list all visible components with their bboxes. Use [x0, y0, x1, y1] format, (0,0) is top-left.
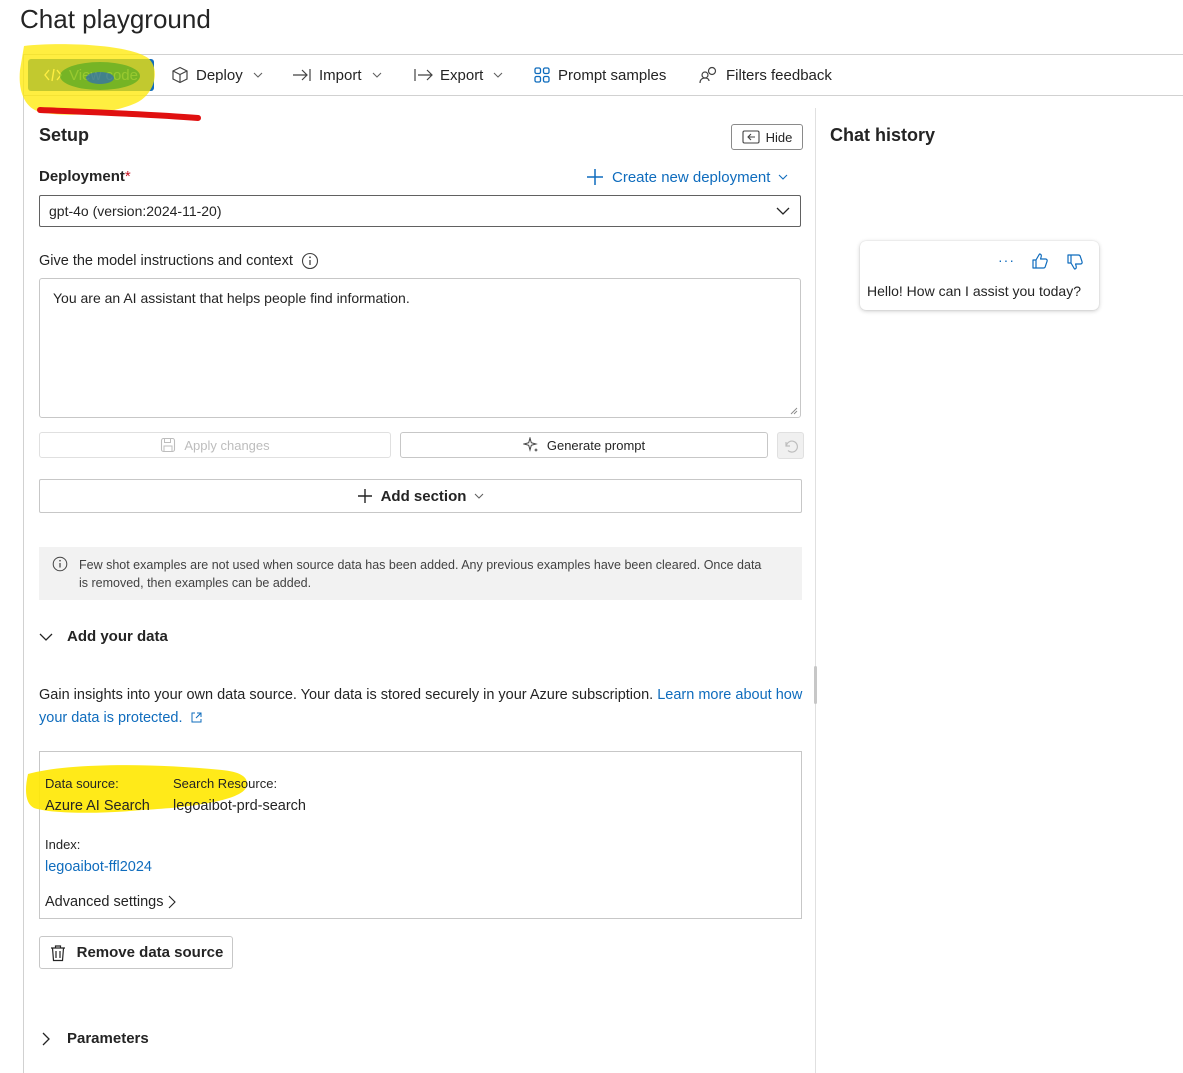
- chevron-right-icon: [39, 1032, 53, 1046]
- page-title: Chat playground: [20, 4, 211, 34]
- deployment-select-value: gpt-4o (version:2024-11-20): [49, 203, 222, 219]
- system-message-value: You are an AI assistant that helps peopl…: [53, 290, 410, 306]
- add-your-data-label: Add your data: [67, 628, 168, 645]
- people-feedback-icon: [699, 66, 719, 84]
- chevron-down-icon: [372, 72, 382, 78]
- instructions-label-text: Give the model instructions and context: [39, 253, 293, 269]
- system-message-textarea[interactable]: You are an AI assistant that helps peopl…: [39, 278, 801, 418]
- info-icon[interactable]: [301, 252, 319, 270]
- yellow-highlight-annotation: [26, 765, 247, 813]
- plus-icon: [586, 168, 604, 186]
- thumbs-up-icon[interactable]: [1031, 252, 1049, 270]
- export-button[interactable]: Export: [413, 55, 503, 95]
- few-shot-info-banner: Few shot examples are not used when sour…: [39, 547, 802, 600]
- export-label: Export: [440, 66, 484, 84]
- advanced-settings-link[interactable]: Advanced settings: [45, 894, 176, 910]
- chevron-down-icon: [253, 72, 263, 78]
- assistant-message-card: ··· Hello! How can I assist you today?: [860, 241, 1099, 310]
- deployment-label: Deployment*: [39, 168, 131, 185]
- panel-splitter: [815, 108, 816, 1073]
- search-resource-label: Search Resource:: [173, 776, 278, 791]
- assistant-message-text: Hello! How can I assist you today?: [867, 283, 1081, 299]
- generate-prompt-label: Generate prompt: [546, 437, 646, 453]
- hide-label: Hide: [765, 129, 793, 145]
- thumbs-down-icon[interactable]: [1066, 253, 1084, 271]
- data-source-label: Data source:: [45, 776, 119, 791]
- chevron-down-icon: [493, 72, 503, 78]
- chevron-right-icon: [168, 895, 176, 909]
- remove-data-source-button[interactable]: Remove data source: [39, 936, 233, 969]
- generate-prompt-button[interactable]: Generate prompt: [400, 432, 768, 458]
- required-marker: *: [124, 168, 131, 185]
- setup-title: Setup: [39, 125, 90, 145]
- deploy-label: Deploy: [196, 66, 243, 84]
- left-border: [23, 54, 24, 1073]
- prompt-samples-button[interactable]: Prompt samples: [533, 55, 666, 95]
- splitter-handle[interactable]: [814, 666, 817, 704]
- chevron-down-icon: [39, 633, 53, 641]
- chevron-down-icon: [778, 174, 788, 180]
- index-label: Index:: [45, 837, 81, 852]
- search-resource-value: legoaibot-prd-search: [173, 798, 306, 814]
- undo-icon: [783, 438, 799, 454]
- import-label: Import: [319, 66, 362, 84]
- grid-icon: [533, 66, 551, 84]
- data-description-text: Gain insights into your own data source.…: [39, 687, 654, 703]
- info-icon: [52, 556, 68, 572]
- toolbar: View code Deploy Import Export Prompt sa…: [23, 54, 1183, 96]
- index-link[interactable]: legoaibot-ffl2024: [45, 859, 152, 875]
- deployment-label-text: Deployment: [39, 168, 125, 185]
- chevron-down-icon: [474, 493, 484, 499]
- add-section-label: Add section: [380, 487, 467, 505]
- chat-history-title: Chat history: [830, 125, 936, 145]
- data-description: Gain insights into your own data source.…: [39, 684, 805, 730]
- export-arrow-icon: [413, 68, 433, 82]
- apply-changes-button[interactable]: Apply changes: [39, 432, 391, 458]
- deployment-select[interactable]: gpt-4o (version:2024-11-20): [39, 195, 801, 227]
- advanced-settings-label: Advanced settings: [45, 894, 164, 910]
- reset-button[interactable]: [777, 432, 804, 459]
- parameters-label: Parameters: [67, 1030, 149, 1047]
- add-section-button[interactable]: Add section: [39, 479, 802, 513]
- resize-grip-icon[interactable]: [790, 407, 798, 415]
- plus-icon: [357, 488, 373, 504]
- save-icon: [160, 437, 176, 453]
- hide-button[interactable]: Hide: [731, 124, 803, 150]
- code-icon: [44, 68, 62, 82]
- panel-collapse-icon: [742, 130, 760, 144]
- filters-feedback-label: Filters feedback: [726, 66, 832, 84]
- create-deployment-label: Create new deployment: [612, 168, 771, 186]
- trash-icon: [49, 944, 67, 962]
- import-arrow-icon: [292, 68, 312, 82]
- external-link-icon: [191, 712, 202, 723]
- import-button[interactable]: Import: [292, 55, 382, 95]
- remove-data-source-label: Remove data source: [76, 944, 224, 961]
- apply-changes-label: Apply changes: [184, 437, 270, 453]
- create-deployment-link[interactable]: Create new deployment: [586, 168, 788, 186]
- parameters-toggle[interactable]: Parameters: [39, 1030, 149, 1047]
- data-source-value: Azure AI Search: [45, 798, 150, 814]
- sparkle-icon: [522, 437, 539, 453]
- add-your-data-toggle[interactable]: Add your data: [39, 628, 168, 645]
- filters-feedback-button[interactable]: Filters feedback: [699, 55, 832, 95]
- deploy-button[interactable]: Deploy: [171, 55, 263, 95]
- chevron-down-icon: [776, 207, 790, 215]
- view-code-button[interactable]: View code: [28, 59, 154, 91]
- instructions-label: Give the model instructions and context: [39, 252, 319, 270]
- view-code-label: View code: [69, 66, 138, 84]
- few-shot-info-text: Few shot examples are not used when sour…: [79, 558, 762, 590]
- more-options-button[interactable]: ···: [998, 252, 1015, 268]
- prompt-samples-label: Prompt samples: [558, 66, 667, 84]
- deploy-cube-icon: [171, 66, 189, 84]
